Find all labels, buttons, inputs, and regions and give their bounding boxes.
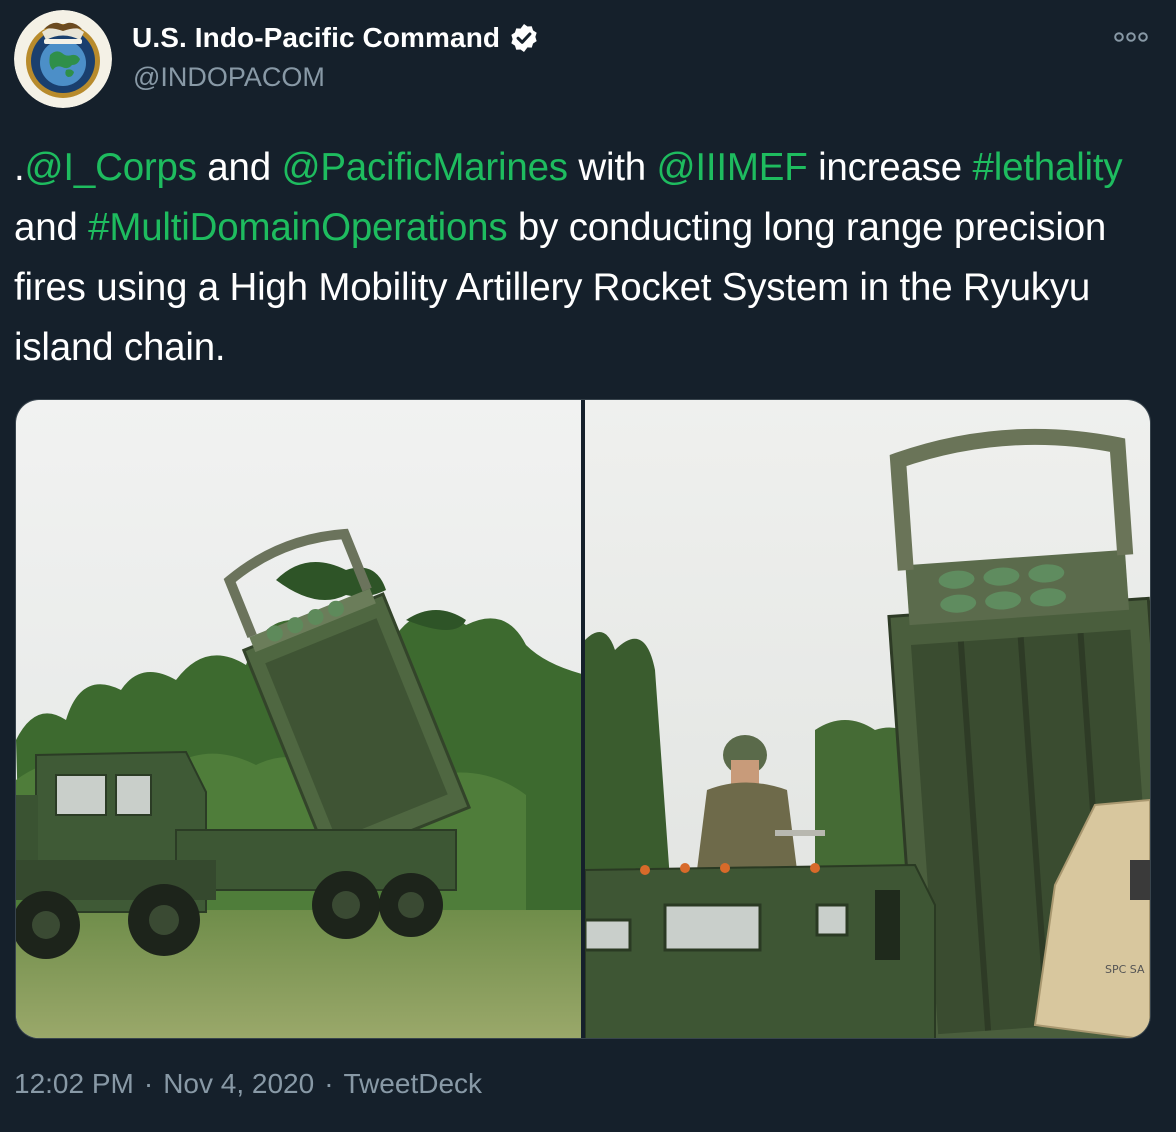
mention-link[interactable]: @PacificMarines <box>281 146 568 189</box>
indopacom-seal-icon <box>14 10 112 108</box>
himars-launcher-closeup-photo: SPC SA <box>585 400 1150 1038</box>
hashtag-link[interactable]: #MultiDomainOperations <box>88 206 507 249</box>
hashtag-link[interactable]: #lethality <box>973 146 1123 189</box>
handle[interactable]: @INDOPACOM <box>133 62 325 93</box>
tweet-text-segment: and <box>196 146 282 189</box>
tweet-source[interactable]: TweetDeck <box>344 1068 483 1100</box>
photo-1[interactable] <box>16 400 581 1038</box>
vehicle-marking-text: SPC SA <box>1105 963 1145 976</box>
tweet-text-segment: . <box>14 146 25 189</box>
meta-separator: · <box>324 1068 334 1099</box>
tweet-text-segment: and <box>14 206 89 249</box>
avatar[interactable] <box>14 10 112 108</box>
mention-link[interactable]: @I_Corps <box>25 146 197 189</box>
himars-launcher-wide-photo <box>16 400 581 1038</box>
tweet-card: U.S. Indo-Pacific Command @INDOPACOM .@I… <box>0 0 1176 1132</box>
tweet-text-segment: with <box>567 146 657 189</box>
more-options-icon[interactable] <box>1114 28 1148 46</box>
author-name-row: U.S. Indo-Pacific Command <box>132 22 540 54</box>
display-name[interactable]: U.S. Indo-Pacific Command <box>132 22 500 54</box>
tweet-text: .@I_Corps and @PacificMarines with @IIIM… <box>14 138 1154 378</box>
tweet-text-segment: increase <box>807 146 973 189</box>
photo-2[interactable]: SPC SA <box>585 400 1150 1038</box>
verified-badge-icon <box>511 24 537 52</box>
media-grid: SPC SA <box>15 399 1151 1039</box>
tweet-date[interactable]: Nov 4, 2020 <box>163 1068 314 1100</box>
mention-link[interactable]: @IIIMEF <box>657 146 808 189</box>
tweet-time[interactable]: 12:02 PM <box>14 1068 134 1100</box>
meta-separator: · <box>143 1068 154 1099</box>
tweet-meta: 12:02 PM · Nov 4, 2020 · TweetDeck <box>14 1068 482 1100</box>
